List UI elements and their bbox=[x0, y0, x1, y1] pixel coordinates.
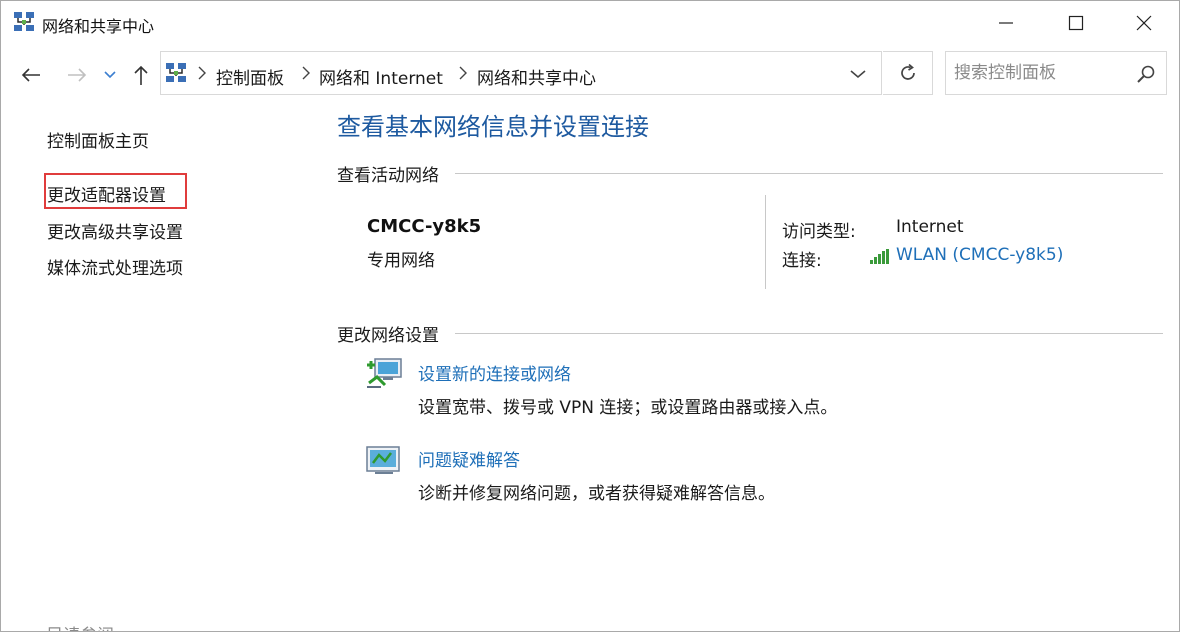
access-type-value: Internet bbox=[896, 217, 964, 237]
back-arrow-icon bbox=[21, 68, 40, 82]
chevron-right-icon bbox=[302, 66, 310, 80]
wlan-connection-link[interactable]: WLAN (CMCC-y8k5) bbox=[896, 245, 1063, 265]
chevron-right-icon bbox=[198, 66, 206, 80]
sidebar-item-control-panel-home[interactable]: 控制面板主页 bbox=[47, 127, 149, 152]
window-title: 网络和共享中心 bbox=[42, 17, 155, 36]
maximize-icon bbox=[1068, 15, 1084, 31]
network-info-divider bbox=[765, 195, 766, 289]
maximize-button[interactable] bbox=[1041, 1, 1111, 45]
chevron-down-icon bbox=[104, 71, 116, 79]
back-button[interactable] bbox=[17, 61, 45, 89]
title-bar[interactable]: 网络和共享中心 bbox=[1, 1, 1179, 45]
recent-locations-button[interactable] bbox=[101, 61, 119, 89]
forward-button[interactable] bbox=[63, 61, 91, 89]
sidebar-item-change-adapter-settings[interactable]: 更改适配器设置 bbox=[47, 181, 166, 206]
up-arrow-icon bbox=[134, 65, 148, 85]
see-also-heading: 另请参阅 bbox=[46, 621, 114, 631]
refresh-icon bbox=[900, 63, 915, 80]
troubleshoot-description: 诊断并修复网络问题，或者获得疑难解答信息。 bbox=[418, 484, 775, 504]
network-name: CMCC-y8k5 bbox=[367, 216, 482, 237]
search-input[interactable] bbox=[954, 60, 1124, 86]
chevron-down-icon bbox=[850, 70, 866, 79]
network-type: 专用网络 bbox=[367, 251, 435, 271]
active-networks-heading: 查看活动网络 bbox=[337, 166, 439, 186]
address-dropdown-button[interactable] bbox=[847, 63, 869, 85]
sidebar-item-media-streaming-options[interactable]: 媒体流式处理选项 bbox=[47, 254, 183, 279]
setup-new-connection-link[interactable]: 设置新的连接或网络 bbox=[418, 360, 571, 385]
access-type-label: 访问类型: bbox=[782, 222, 856, 242]
section-divider bbox=[455, 333, 1163, 334]
section-divider bbox=[455, 173, 1163, 174]
sidebar-item-advanced-sharing-settings[interactable]: 更改高级共享设置 bbox=[47, 218, 183, 243]
page-title: 查看基本网络信息并设置连接 bbox=[337, 113, 649, 141]
search-icon[interactable] bbox=[1136, 64, 1156, 84]
troubleshoot-icon bbox=[366, 446, 400, 474]
close-button[interactable] bbox=[1109, 1, 1179, 45]
breadcrumb-control-panel[interactable]: 控制面板 bbox=[216, 64, 284, 89]
up-button[interactable] bbox=[128, 61, 154, 89]
setup-new-connection-description: 设置宽带、拨号或 VPN 连接；或设置路由器或接入点。 bbox=[418, 398, 838, 418]
network-setup-icon bbox=[367, 358, 402, 388]
troubleshoot-link[interactable]: 问题疑难解答 bbox=[418, 446, 520, 471]
chevron-right-icon bbox=[459, 66, 467, 80]
breadcrumb-network-internet[interactable]: 网络和 Internet bbox=[319, 64, 443, 89]
refresh-button[interactable] bbox=[883, 51, 933, 95]
address-bar[interactable]: 控制面板 网络和 Internet 网络和共享中心 bbox=[160, 51, 882, 95]
wifi-signal-icon bbox=[870, 249, 889, 264]
minimize-button[interactable] bbox=[971, 1, 1041, 45]
network-center-icon bbox=[14, 12, 34, 31]
close-icon bbox=[1136, 15, 1152, 31]
search-box[interactable] bbox=[945, 51, 1167, 95]
minimize-icon bbox=[999, 22, 1013, 24]
connection-label: 连接: bbox=[782, 251, 822, 271]
forward-arrow-icon bbox=[68, 68, 87, 82]
network-sharing-center-window: 网络和共享中心 控制面板 网络和 Internet 网络和共享中心 搜索控制面板… bbox=[0, 0, 1180, 632]
change-network-settings-heading: 更改网络设置 bbox=[337, 326, 439, 346]
breadcrumb-network-sharing-center[interactable]: 网络和共享中心 bbox=[477, 64, 596, 89]
control-panel-icon bbox=[166, 63, 186, 82]
